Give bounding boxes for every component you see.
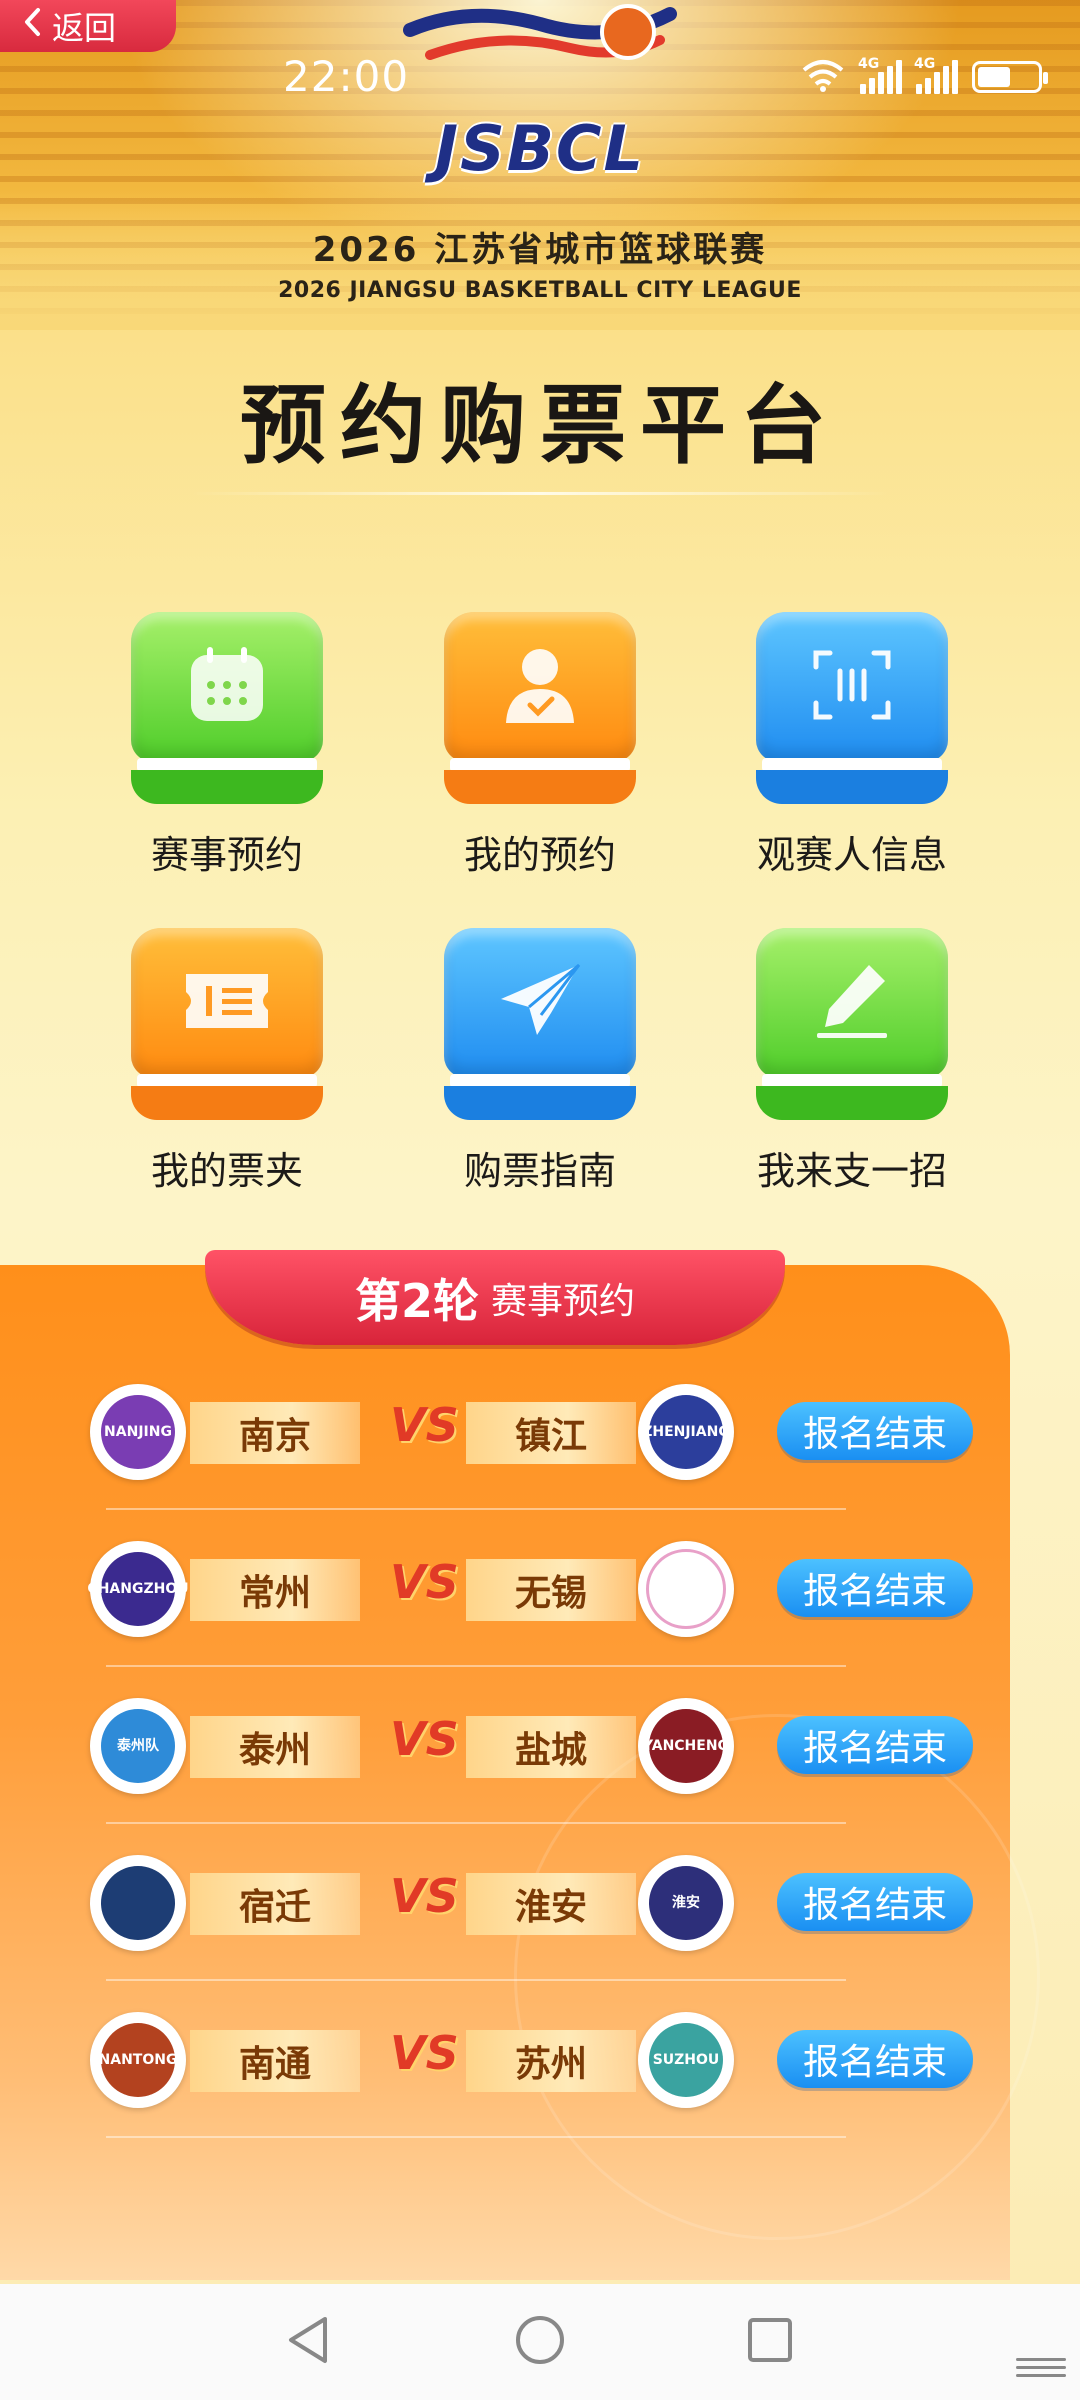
- vs-label: VS: [390, 1398, 459, 1452]
- round-header: 第2轮 赛事预约: [205, 1250, 785, 1345]
- menu-tile: [444, 928, 636, 1120]
- home-team-name: 常州: [190, 1559, 360, 1621]
- row-divider: [106, 1665, 846, 1667]
- row-divider: [106, 1979, 846, 1981]
- match-row: 泰州队 泰州 VS 盐城 YANCHENG 报名结束: [90, 1694, 980, 1824]
- away-team-name: 苏州: [466, 2030, 636, 2092]
- away-team-name: 无锡: [466, 1559, 636, 1621]
- home-team-name: 宿迁: [190, 1873, 360, 1935]
- menu-item-suggestion[interactable]: 我来支一招: [737, 928, 967, 1195]
- menu-label: 购票指南: [463, 1149, 616, 1193]
- round-number: 第2轮: [354, 1273, 479, 1328]
- menu-tile: [756, 612, 948, 804]
- cell-signal-icon: 4G: [858, 56, 902, 94]
- registration-status-button[interactable]: 报名结束: [777, 2030, 973, 2088]
- paper-plane-icon: [495, 959, 585, 1047]
- chevron-left-icon: [22, 7, 44, 45]
- home-team-logo: NANJING: [90, 1384, 186, 1480]
- league-logo-emblem: [403, 4, 677, 60]
- scan-id-icon: [810, 643, 894, 731]
- menu-label: 观赛人信息: [756, 833, 947, 877]
- home-team-name: 泰州: [190, 1716, 360, 1778]
- home-team-name: 南京: [190, 1402, 360, 1464]
- league-name-cn: 2026 江苏省城市篮球联赛: [312, 230, 768, 270]
- pencil-edit-icon: [807, 959, 897, 1047]
- away-team-name: 盐城: [466, 1716, 636, 1778]
- away-team-logo: YANCHENG: [638, 1698, 734, 1794]
- away-team-name: 淮安: [466, 1873, 636, 1935]
- vs-label: VS: [390, 1712, 459, 1766]
- menu-label: 我的票夹: [150, 1149, 303, 1193]
- registration-status-button[interactable]: 报名结束: [777, 1559, 973, 1617]
- away-team-logo: 淮安: [638, 1855, 734, 1951]
- round-title: 赛事预约: [491, 1280, 636, 1322]
- title-divider: [190, 492, 890, 495]
- menu-item-event-booking[interactable]: 赛事预约: [112, 612, 342, 879]
- user-check-icon: [498, 643, 582, 731]
- away-team-logo: SUZHOU: [638, 2012, 734, 2108]
- menu-lines-icon[interactable]: [1016, 2358, 1066, 2384]
- registration-status-button[interactable]: 报名结束: [777, 1873, 973, 1931]
- home-team-logo: [90, 1855, 186, 1951]
- nav-recents-button[interactable]: [740, 2312, 800, 2372]
- battery-icon: [972, 61, 1048, 93]
- match-row: NANJING 南京 VS 镇江 ZHENJIANG 报名结束: [90, 1380, 980, 1510]
- home-team-name: 南通: [190, 2030, 360, 2092]
- ticket-icon: [182, 966, 272, 1040]
- home-team-logo: NANTONG: [90, 2012, 186, 2108]
- triangle-back-icon: [283, 2313, 333, 2371]
- vs-label: VS: [390, 1555, 459, 1609]
- menu-item-my-tickets[interactable]: 我的票夹: [112, 928, 342, 1195]
- league-logo-text: JSBCL: [435, 112, 645, 185]
- league-name-en: 2026 JIANGSU BASKETBALL CITY LEAGUE: [278, 278, 802, 303]
- registration-status-button[interactable]: 报名结束: [777, 1716, 973, 1774]
- wifi-icon: [800, 58, 846, 96]
- menu-item-my-bookings[interactable]: 我的预约: [425, 612, 655, 879]
- menu-tile: [444, 612, 636, 804]
- menu-label: 我来支一招: [756, 1149, 947, 1193]
- match-row: CHANGZHOU 常州 VS 无锡 报名结束: [87, 1537, 980, 1667]
- status-icons: 4G 4G: [800, 56, 1048, 96]
- away-team-name: 镇江: [466, 1402, 636, 1464]
- menu-label: 赛事预约: [150, 833, 303, 877]
- nav-back-button[interactable]: [278, 2312, 338, 2372]
- row-divider: [106, 1822, 846, 1824]
- menu-item-spectator-info[interactable]: 观赛人信息: [737, 612, 967, 879]
- system-nav-bar: [0, 2284, 1080, 2400]
- vs-label: VS: [390, 2026, 459, 2080]
- page-title: 预约购票平台: [240, 376, 840, 476]
- calendar-icon: [185, 643, 269, 731]
- menu-label: 我的预约: [463, 833, 616, 877]
- vs-label: VS: [390, 1869, 459, 1923]
- circle-home-icon: [513, 2313, 567, 2371]
- match-row: NANTONG 南通 VS 苏州 SUZHOU 报名结束: [90, 2008, 980, 2138]
- registration-status-button[interactable]: 报名结束: [777, 1402, 973, 1460]
- cell-signal-icon-2: 4G: [914, 56, 958, 94]
- match-row: 宿迁 VS 淮安 淮安 报名结束: [90, 1851, 980, 1981]
- home-team-logo: 泰州队: [90, 1698, 186, 1794]
- menu-tile: [131, 612, 323, 804]
- back-button[interactable]: 返回: [0, 0, 176, 52]
- square-recents-icon: [745, 2315, 795, 2369]
- row-divider: [106, 2136, 846, 2138]
- status-time: 22:00: [283, 52, 410, 101]
- menu-tile: [756, 928, 948, 1120]
- menu-tile: [131, 928, 323, 1120]
- home-team-logo: CHANGZHOU: [87, 1541, 189, 1637]
- nav-home-button[interactable]: [510, 2312, 570, 2372]
- menu-item-ticket-guide[interactable]: 购票指南: [425, 928, 655, 1195]
- back-label: 返回: [52, 9, 117, 47]
- away-team-logo: [638, 1541, 734, 1637]
- away-team-logo: ZHENJIANG: [638, 1384, 734, 1480]
- row-divider: [106, 1508, 846, 1510]
